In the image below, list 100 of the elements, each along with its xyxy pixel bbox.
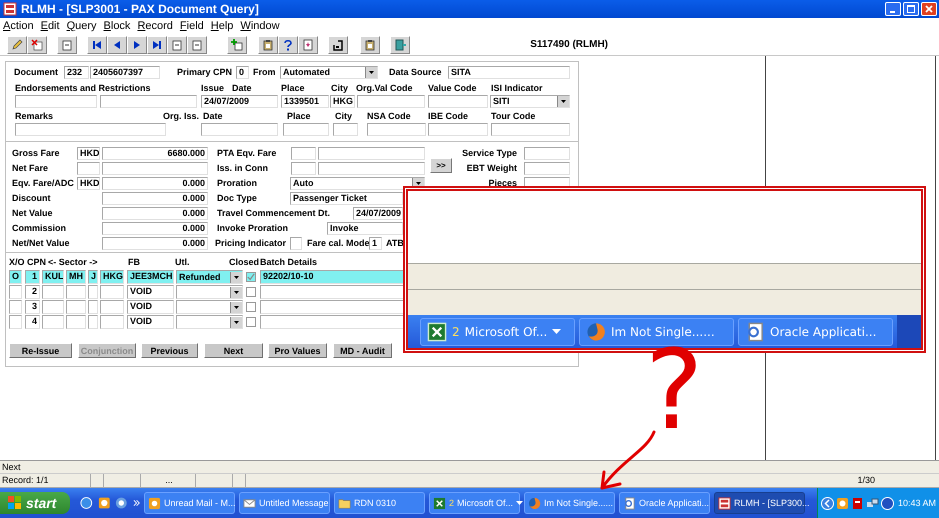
toolbar-button[interactable] bbox=[227, 36, 247, 54]
input-field[interactable]: 0 bbox=[236, 66, 249, 79]
clock-icon[interactable] bbox=[98, 496, 110, 510]
input-field[interactable]: 1 bbox=[369, 237, 382, 250]
input-field[interactable] bbox=[100, 95, 197, 108]
input-field[interactable] bbox=[524, 162, 570, 175]
taskbar-button[interactable]: Untitled Message bbox=[239, 492, 330, 514]
checkbox[interactable] bbox=[246, 287, 256, 297]
clock-icon[interactable] bbox=[836, 496, 849, 510]
taskbar-button[interactable]: RDN 0310 bbox=[334, 492, 425, 514]
input-field[interactable] bbox=[291, 162, 316, 175]
input-field[interactable]: 1339501 bbox=[281, 95, 329, 108]
form-button[interactable]: Pro Values bbox=[268, 343, 327, 358]
input-field[interactable]: Invoke bbox=[327, 222, 403, 235]
toolbar-button[interactable] bbox=[258, 36, 278, 54]
input-field[interactable]: 0.000 bbox=[102, 237, 208, 250]
input-field[interactable]: HKD bbox=[77, 147, 100, 160]
input-field[interactable]: 0.000 bbox=[102, 207, 208, 220]
toolbar-button[interactable] bbox=[167, 36, 187, 54]
network-icon[interactable] bbox=[866, 496, 879, 510]
dropdown[interactable] bbox=[176, 300, 243, 314]
input-field[interactable] bbox=[77, 162, 100, 175]
document-icon[interactable] bbox=[850, 496, 864, 510]
globe-icon[interactable] bbox=[115, 496, 128, 510]
input-field[interactable] bbox=[283, 123, 329, 136]
input-field[interactable] bbox=[15, 123, 166, 136]
input-field[interactable]: 24/07/2009 bbox=[201, 95, 278, 108]
minimize-button[interactable] bbox=[885, 2, 901, 16]
input-field[interactable] bbox=[357, 95, 425, 108]
input-field[interactable]: HKD bbox=[77, 177, 100, 190]
form-button[interactable]: Previous bbox=[141, 343, 198, 358]
input-field[interactable] bbox=[491, 123, 570, 136]
start-button[interactable]: start bbox=[0, 492, 70, 514]
input-field[interactable]: 0.000 bbox=[102, 192, 208, 205]
input-field[interactable]: 6680.000 bbox=[102, 147, 208, 160]
menu-item[interactable]: Action bbox=[3, 20, 34, 32]
input-field[interactable] bbox=[291, 147, 316, 160]
input-field[interactable] bbox=[318, 162, 425, 175]
taskbar-button[interactable]: 2 Microsoft Of... bbox=[429, 492, 520, 514]
taskbar-button[interactable]: Oracle Applicati... bbox=[738, 318, 893, 346]
toolbar-button[interactable] bbox=[87, 36, 107, 54]
taskbar-button[interactable]: Unread Mail - M... bbox=[144, 492, 235, 514]
input-field[interactable] bbox=[102, 162, 208, 175]
menu-item[interactable]: Window bbox=[240, 20, 280, 32]
toolbar-button[interactable] bbox=[328, 36, 348, 54]
input-field[interactable] bbox=[201, 123, 278, 136]
input-field[interactable] bbox=[367, 123, 426, 136]
form-button[interactable]: Re-Issue bbox=[9, 343, 72, 358]
close-button[interactable] bbox=[921, 2, 937, 16]
toolbar-button[interactable] bbox=[278, 36, 298, 54]
input-field[interactable] bbox=[428, 95, 488, 108]
toolbar-button[interactable] bbox=[57, 36, 77, 54]
form-button[interactable]: Next bbox=[204, 343, 263, 358]
dropdown[interactable]: Refunded bbox=[176, 270, 243, 284]
input-field[interactable]: SITA bbox=[448, 66, 570, 79]
input-field[interactable]: 232 bbox=[64, 66, 89, 79]
taskbar-button[interactable]: Im Not Single...... bbox=[524, 492, 615, 514]
menu-item[interactable]: Block bbox=[104, 20, 130, 32]
taskbar-button[interactable]: Im Not Single...... bbox=[579, 318, 734, 346]
menu-item[interactable]: Help bbox=[210, 20, 234, 32]
input-field[interactable] bbox=[524, 147, 570, 160]
checkbox[interactable] bbox=[246, 317, 256, 327]
toolbar-button[interactable] bbox=[127, 36, 147, 54]
input-field[interactable]: HKG bbox=[330, 95, 355, 108]
input-field[interactable] bbox=[290, 237, 302, 250]
menu-item[interactable]: Query bbox=[66, 20, 97, 32]
menu-item[interactable]: Field bbox=[180, 20, 204, 32]
maximize-button[interactable] bbox=[903, 2, 919, 16]
input-field[interactable]: 2405607397 bbox=[90, 66, 160, 79]
menu-item[interactable]: Edit bbox=[40, 20, 60, 32]
more-button[interactable]: >> bbox=[430, 158, 452, 173]
dropdown[interactable]: Auto bbox=[290, 177, 425, 190]
input-field[interactable] bbox=[333, 123, 358, 136]
toolbar-button[interactable] bbox=[147, 36, 167, 54]
taskbar-button[interactable]: Oracle Applicati... bbox=[619, 492, 710, 514]
input-field[interactable] bbox=[15, 95, 97, 108]
toolbar-button[interactable] bbox=[390, 36, 410, 54]
globe-icon[interactable] bbox=[880, 496, 894, 510]
input-field[interactable]: 0.000 bbox=[102, 222, 208, 235]
input-field[interactable]: 24/07/2009 bbox=[353, 207, 403, 220]
input-field[interactable]: Passenger Ticket bbox=[290, 192, 403, 205]
chevron-icon[interactable] bbox=[132, 499, 140, 507]
checkbox[interactable] bbox=[246, 272, 256, 282]
toolbar-button[interactable] bbox=[360, 36, 380, 54]
dropdown[interactable]: Automated bbox=[280, 66, 378, 79]
input-field[interactable]: 0.000 bbox=[102, 177, 208, 190]
dropdown[interactable] bbox=[176, 315, 243, 329]
globe-icon[interactable] bbox=[80, 496, 93, 510]
taskbar-button[interactable]: 2 Microsoft Of... bbox=[420, 318, 575, 346]
dropdown[interactable] bbox=[176, 285, 243, 299]
input-field[interactable] bbox=[428, 123, 488, 136]
input-field[interactable] bbox=[318, 147, 425, 160]
toolbar-button[interactable] bbox=[298, 36, 318, 54]
toolbar-button[interactable] bbox=[187, 36, 207, 54]
checkbox[interactable] bbox=[246, 302, 256, 312]
menu-item[interactable]: Record bbox=[137, 20, 173, 32]
toolbar-button[interactable] bbox=[7, 36, 27, 54]
toolbar-button[interactable] bbox=[107, 36, 127, 54]
form-button[interactable]: MD - Audit bbox=[333, 343, 392, 358]
dropdown[interactable]: SITI bbox=[490, 95, 570, 108]
